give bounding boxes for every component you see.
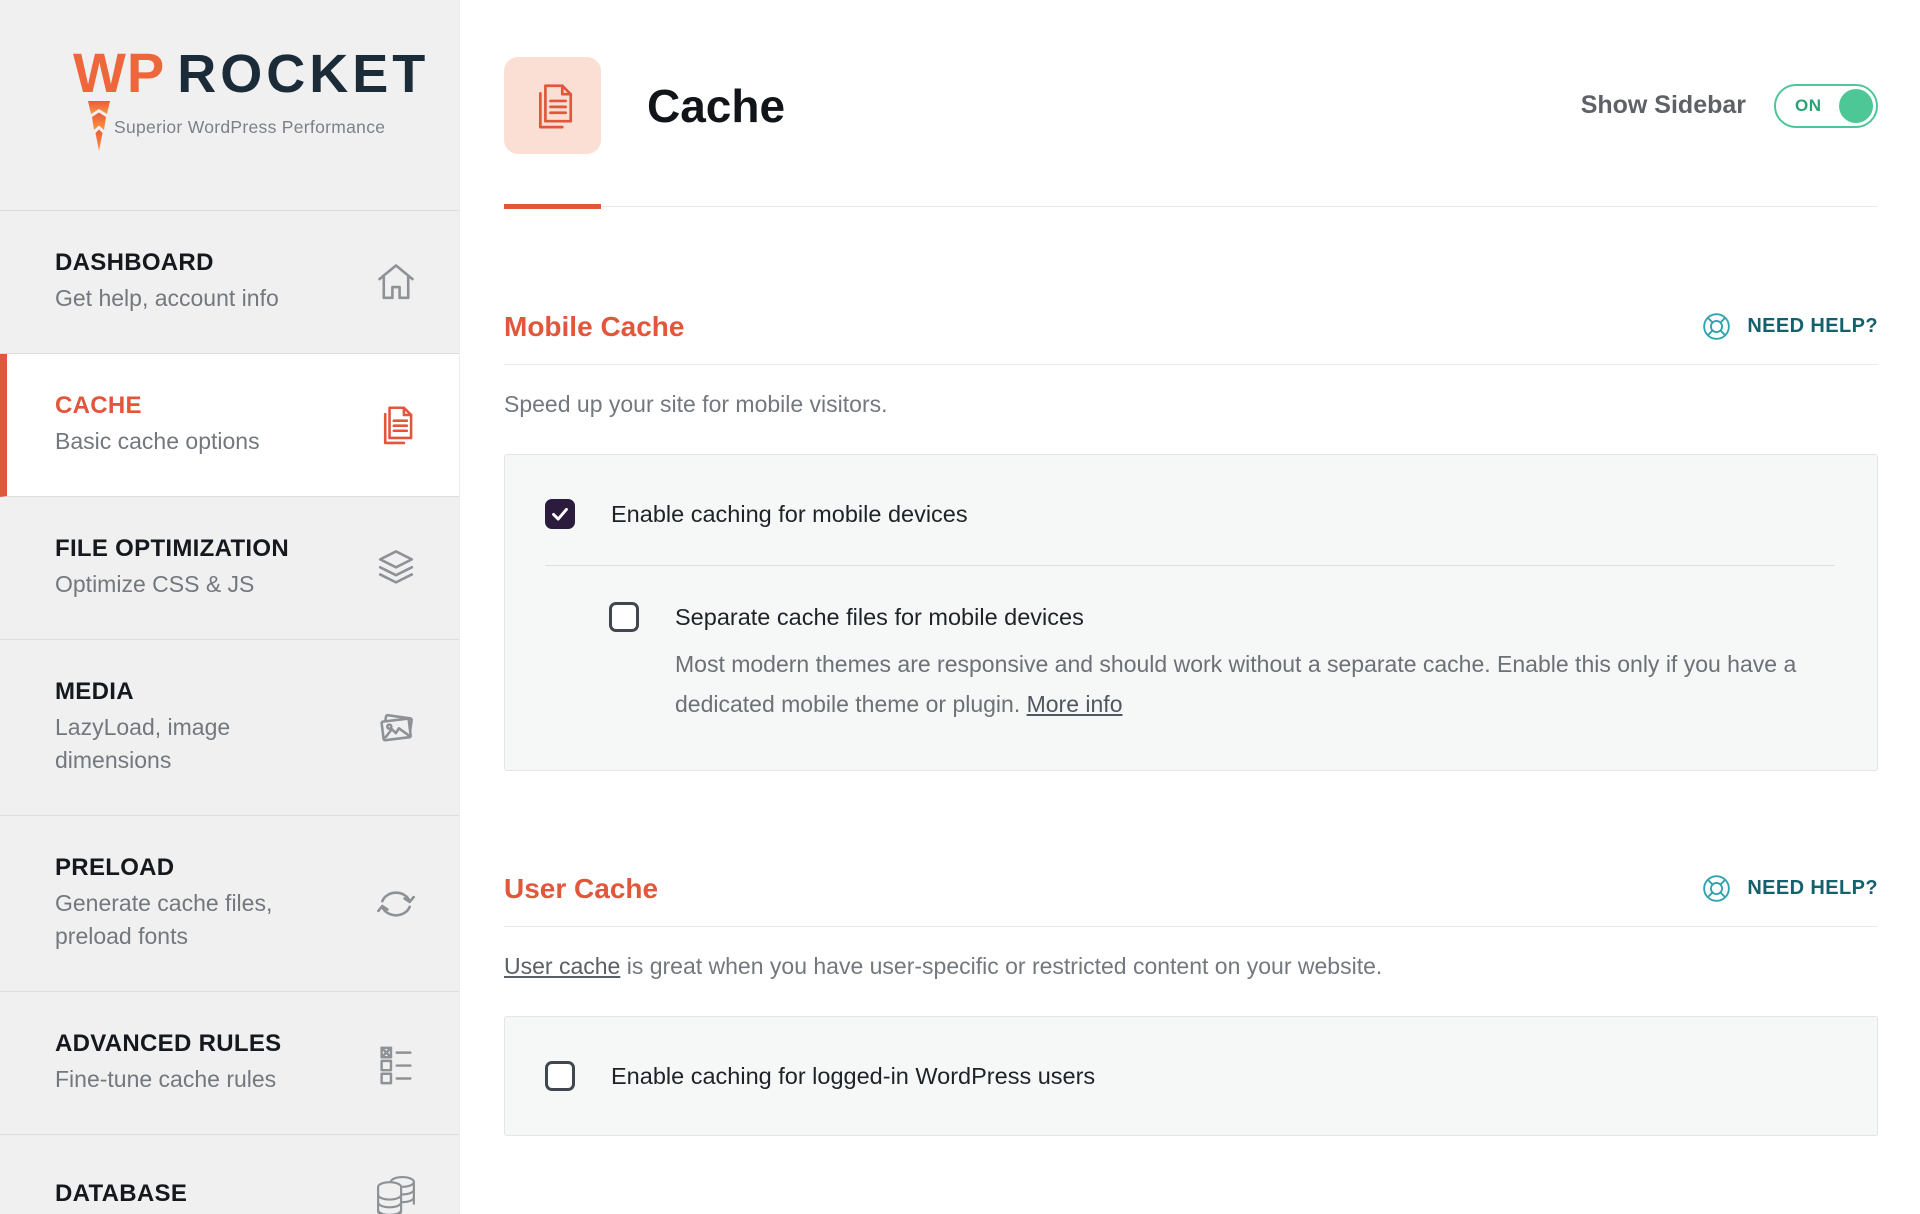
user-cache-need-help-link[interactable]: NEED HELP? bbox=[1699, 871, 1878, 906]
sidebar-item-label: FILE OPTIMIZATION bbox=[55, 535, 327, 563]
separate-cache-files-description: Most modern themes are responsive and sh… bbox=[675, 644, 1835, 724]
header-underline bbox=[504, 206, 1878, 207]
sidebar-item-label: ADVANCED RULES bbox=[55, 1030, 327, 1058]
enable-mobile-caching-checkbox[interactable] bbox=[545, 499, 575, 529]
sidebar: WPROCKET Superior WordPress Performance … bbox=[0, 0, 460, 1214]
user-cache-section-header: User Cache NEED HELP? bbox=[504, 871, 1878, 906]
sidebar-item-subtitle: Optimize CSS & JS bbox=[55, 568, 327, 601]
lifebuoy-icon bbox=[1699, 309, 1734, 344]
sidebar-item-label: DATABASE bbox=[55, 1180, 327, 1208]
lifebuoy-icon bbox=[1699, 871, 1734, 906]
advanced-rules-icon bbox=[373, 1040, 419, 1086]
main-content: Cache Show Sidebar ON Mobile Cache bbox=[460, 0, 1920, 1214]
sidebar-item-advanced-rules[interactable]: ADVANCED RULES Fine-tune cache rules bbox=[0, 992, 459, 1135]
wp-rocket-settings-app: WPROCKET Superior WordPress Performance … bbox=[0, 0, 1920, 1214]
panel-divider bbox=[545, 565, 1835, 566]
mobile-cache-intro: Speed up your site for mobile visitors. bbox=[504, 391, 1878, 418]
sidebar-item-cache[interactable]: CACHE Basic cache options bbox=[0, 354, 459, 497]
user-cache-link[interactable]: User cache bbox=[504, 953, 620, 979]
option-label: Enable caching for logged-in WordPress u… bbox=[611, 1063, 1095, 1090]
sidebar-item-media[interactable]: MEDIA LazyLoad, image dimensions bbox=[0, 640, 459, 816]
sidebar-item-subtitle: Get help, account info bbox=[55, 282, 327, 315]
sidebar-item-subtitle: LazyLoad, image dimensions bbox=[55, 711, 327, 777]
enable-loggedin-caching-checkbox[interactable] bbox=[545, 1061, 575, 1091]
mobile-cache-title: Mobile Cache bbox=[504, 311, 684, 343]
preload-icon bbox=[373, 881, 419, 927]
enable-mobile-caching-option: Enable caching for mobile devices bbox=[545, 499, 1835, 529]
mobile-cache-need-help-link[interactable]: NEED HELP? bbox=[1699, 309, 1878, 344]
home-icon bbox=[373, 259, 419, 305]
layers-icon bbox=[373, 545, 419, 591]
wp-rocket-logo: WPROCKET Superior WordPress Performance bbox=[0, 0, 459, 211]
header-underline-accent bbox=[504, 204, 601, 209]
separate-cache-files-checkbox[interactable] bbox=[609, 602, 639, 632]
option-label: Separate cache files for mobile devices bbox=[675, 604, 1084, 631]
sidebar-item-subtitle: Basic cache options bbox=[55, 425, 327, 458]
sidebar-item-label: MEDIA bbox=[55, 678, 327, 706]
enable-loggedin-caching-option: Enable caching for logged-in WordPress u… bbox=[545, 1061, 1835, 1091]
cache-pages-icon bbox=[526, 79, 580, 133]
logo-rocket-text: ROCKET bbox=[177, 44, 429, 104]
sidebar-item-subtitle: Generate cache files, preload fonts bbox=[55, 887, 327, 953]
toggle-state-label: ON bbox=[1795, 96, 1822, 116]
option-label: Enable caching for mobile devices bbox=[611, 501, 968, 528]
show-sidebar-toggle[interactable]: ON bbox=[1774, 84, 1878, 128]
mobile-cache-panel: Enable caching for mobile devices Separa… bbox=[504, 454, 1878, 771]
sidebar-item-label: CACHE bbox=[55, 392, 327, 420]
show-sidebar-label: Show Sidebar bbox=[1581, 91, 1746, 120]
media-icon bbox=[373, 705, 419, 751]
sidebar-item-label: DASHBOARD bbox=[55, 249, 327, 277]
sidebar-item-dashboard[interactable]: DASHBOARD Get help, account info bbox=[0, 211, 459, 354]
sidebar-item-database[interactable]: DATABASE bbox=[0, 1135, 459, 1214]
logo-tagline: Superior WordPress Performance bbox=[114, 117, 385, 138]
user-cache-panel: Enable caching for logged-in WordPress u… bbox=[504, 1016, 1878, 1136]
cache-pages-icon bbox=[373, 402, 419, 448]
cache-header-iconbox bbox=[504, 57, 601, 154]
description-text: Most modern themes are responsive and sh… bbox=[675, 651, 1796, 717]
checkmark-icon bbox=[549, 503, 571, 525]
separate-cache-files-option: Separate cache files for mobile devices … bbox=[609, 602, 1835, 724]
mobile-cache-section-header: Mobile Cache NEED HELP? bbox=[504, 309, 1878, 344]
page-header: Cache Show Sidebar ON bbox=[504, 57, 1878, 154]
logo-wordmark: WPROCKET bbox=[73, 40, 429, 105]
sidebar-item-subtitle: Fine-tune cache rules bbox=[55, 1063, 327, 1096]
sidebar-item-file-optimization[interactable]: FILE OPTIMIZATION Optimize CSS & JS bbox=[0, 497, 459, 640]
user-cache-intro: User cache is great when you have user-s… bbox=[504, 953, 1878, 980]
toggle-knob[interactable] bbox=[1839, 89, 1873, 123]
database-icon bbox=[373, 1173, 419, 1214]
logo-wp-text: WP bbox=[73, 41, 165, 104]
more-info-link[interactable]: More info bbox=[1027, 691, 1123, 717]
need-help-label: NEED HELP? bbox=[1747, 877, 1878, 900]
user-cache-title: User Cache bbox=[504, 873, 658, 905]
sidebar-item-label: PRELOAD bbox=[55, 854, 327, 882]
intro-text: is great when you have user-specific or … bbox=[620, 953, 1382, 979]
sidebar-item-preload[interactable]: PRELOAD Generate cache files, preload fo… bbox=[0, 816, 459, 992]
page-title: Cache bbox=[647, 79, 785, 133]
section-divider bbox=[504, 364, 1878, 365]
section-divider bbox=[504, 926, 1878, 927]
rocket-flame-icon bbox=[86, 101, 112, 151]
need-help-label: NEED HELP? bbox=[1747, 315, 1878, 338]
